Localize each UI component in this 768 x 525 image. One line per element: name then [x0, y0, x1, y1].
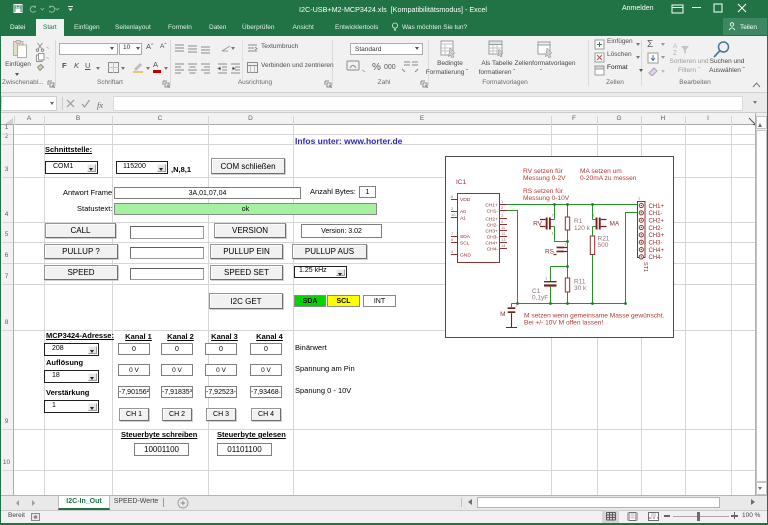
svg-text:%: %: [372, 62, 381, 73]
svg-text:14: 14: [501, 243, 506, 248]
svg-text:12: 12: [501, 231, 506, 236]
svg-text:30 k: 30 k: [574, 285, 587, 292]
svg-text:RS: RS: [545, 249, 555, 256]
svg-text:A1: A1: [460, 216, 466, 222]
svg-text:CH2+: CH2+: [485, 217, 498, 223]
svg-text:CH1-: CH1-: [649, 211, 663, 217]
svg-text:IC1: IC1: [456, 179, 467, 186]
svg-text:SCL: SCL: [460, 241, 470, 247]
svg-text:CH4+: CH4+: [485, 241, 498, 247]
svg-text:CH3-: CH3-: [487, 235, 499, 241]
svg-text:VDD: VDD: [460, 197, 471, 203]
svg-text:000: 000: [384, 64, 396, 71]
svg-text:fx: fx: [97, 100, 103, 110]
svg-text:CH4-: CH4-: [649, 255, 663, 261]
svg-text:CH4+: CH4+: [649, 248, 665, 254]
svg-text:MA: MA: [610, 221, 620, 228]
svg-text:CH4-: CH4-: [487, 247, 499, 253]
svg-text:13: 13: [501, 237, 506, 242]
svg-text:Bei +/- 10V M offen lassen!: Bei +/- 10V M offen lassen!: [524, 319, 603, 326]
svg-text:A: A: [673, 43, 678, 50]
svg-text:CH2-: CH2-: [487, 223, 499, 229]
svg-text:GND: GND: [460, 253, 471, 259]
svg-text:CH3+: CH3+: [485, 229, 498, 235]
svg-text:CH2-: CH2-: [649, 226, 663, 232]
svg-text:10: 10: [451, 212, 456, 217]
svg-text:RV: RV: [533, 221, 543, 228]
svg-text:CH1+: CH1+: [649, 204, 665, 210]
svg-text:Z: Z: [673, 50, 677, 55]
svg-text:CH2+: CH2+: [649, 219, 665, 225]
svg-text:CH1-: CH1-: [487, 209, 499, 215]
svg-text:CH1+: CH1+: [485, 203, 498, 209]
svg-text:Messung 0-2V: Messung 0-2V: [523, 175, 566, 182]
svg-text:0,1yF: 0,1yF: [532, 295, 548, 302]
svg-text:SDA: SDA: [460, 234, 471, 240]
svg-text:CH3-: CH3-: [649, 241, 663, 247]
svg-text:120 k: 120 k: [574, 225, 591, 232]
svg-text:0-20mA zu messen: 0-20mA zu messen: [580, 175, 637, 182]
svg-text:A0: A0: [460, 209, 466, 215]
svg-text:Messung 0-10V: Messung 0-10V: [523, 195, 570, 202]
svg-text:500: 500: [598, 242, 609, 249]
svg-text:ST1: ST1: [642, 262, 648, 272]
svg-text:M: M: [500, 311, 505, 318]
svg-text:CH3+: CH3+: [649, 233, 665, 239]
